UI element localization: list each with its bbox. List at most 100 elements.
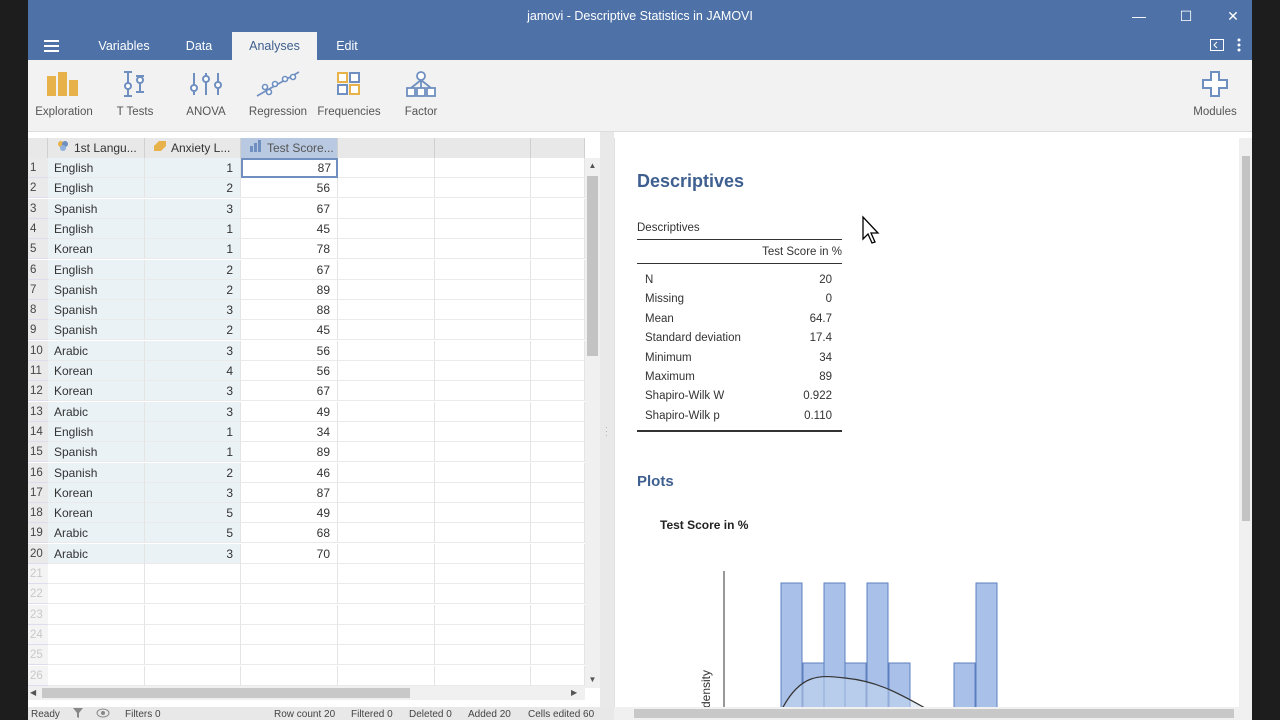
table-cell[interactable]: English bbox=[48, 218, 145, 239]
table-cell[interactable] bbox=[435, 442, 531, 463]
table-cell[interactable]: 1 bbox=[145, 218, 241, 239]
table-cell[interactable] bbox=[435, 421, 531, 442]
table-cell[interactable] bbox=[338, 421, 435, 442]
table-cell[interactable]: 5 bbox=[145, 523, 241, 544]
table-cell[interactable] bbox=[338, 462, 435, 483]
table-cell[interactable] bbox=[531, 178, 585, 199]
table-cell[interactable] bbox=[531, 158, 585, 178]
table-cell[interactable]: 2 bbox=[145, 279, 241, 300]
table-cell[interactable] bbox=[531, 523, 585, 544]
table-cell[interactable] bbox=[338, 178, 435, 199]
table-cell[interactable] bbox=[435, 645, 531, 666]
table-cell[interactable]: 1 bbox=[145, 421, 241, 442]
table-cell[interactable] bbox=[338, 158, 435, 178]
table-cell[interactable] bbox=[338, 604, 435, 625]
table-cell[interactable]: English bbox=[48, 259, 145, 280]
table-cell[interactable] bbox=[338, 624, 435, 645]
table-cell[interactable] bbox=[48, 665, 145, 686]
table-cell[interactable] bbox=[145, 665, 241, 686]
table-cell[interactable]: 45 bbox=[241, 218, 338, 239]
table-cell[interactable] bbox=[531, 624, 585, 645]
table-cell[interactable] bbox=[48, 624, 145, 645]
row-number[interactable]: 10 bbox=[28, 340, 48, 361]
table-cell[interactable] bbox=[338, 482, 435, 503]
table-cell[interactable]: Arabic bbox=[48, 543, 145, 564]
row-number[interactable]: 23 bbox=[28, 604, 48, 625]
table-cell[interactable] bbox=[241, 665, 338, 686]
table-cell[interactable] bbox=[435, 361, 531, 381]
tab-edit[interactable]: Edit bbox=[324, 32, 370, 60]
table-cell[interactable]: 67 bbox=[241, 198, 338, 219]
table-cell[interactable] bbox=[531, 665, 585, 686]
modules-button[interactable]: Modules bbox=[1180, 70, 1250, 118]
table-cell[interactable]: Arabic bbox=[48, 340, 145, 361]
table-cell[interactable]: 2 bbox=[145, 320, 241, 341]
table-cell[interactable]: 70 bbox=[241, 543, 338, 564]
table-cell[interactable]: 67 bbox=[241, 259, 338, 280]
scrollbar-thumb[interactable] bbox=[634, 709, 1234, 718]
table-cell[interactable] bbox=[435, 198, 531, 219]
table-cell[interactable]: 56 bbox=[241, 178, 338, 199]
row-number[interactable]: 13 bbox=[28, 401, 48, 422]
table-cell[interactable] bbox=[48, 584, 145, 605]
table-cell[interactable]: 1 bbox=[145, 239, 241, 260]
table-cell[interactable]: Korean bbox=[48, 381, 145, 402]
table-cell[interactable]: 1 bbox=[145, 158, 241, 178]
table-cell[interactable] bbox=[531, 462, 585, 483]
table-cell[interactable]: 89 bbox=[241, 279, 338, 300]
table-cell[interactable]: Spanish bbox=[48, 300, 145, 321]
table-cell[interactable] bbox=[338, 300, 435, 321]
table-cell[interactable] bbox=[435, 401, 531, 422]
table-cell[interactable]: Arabic bbox=[48, 523, 145, 544]
tab-data[interactable]: Data bbox=[170, 32, 228, 60]
table-cell[interactable]: 3 bbox=[145, 543, 241, 564]
exploration-button[interactable]: Exploration bbox=[29, 70, 99, 118]
t-tests-button[interactable]: T Tests bbox=[100, 70, 170, 118]
table-cell[interactable]: 3 bbox=[145, 300, 241, 321]
table-cell[interactable] bbox=[435, 665, 531, 686]
table-cell[interactable] bbox=[338, 259, 435, 280]
row-number[interactable]: 6 bbox=[28, 259, 48, 280]
table-cell[interactable] bbox=[531, 279, 585, 300]
column-header-empty[interactable] bbox=[338, 138, 435, 158]
table-cell[interactable] bbox=[531, 300, 585, 321]
table-cell[interactable] bbox=[435, 218, 531, 239]
table-cell[interactable]: 46 bbox=[241, 462, 338, 483]
table-cell[interactable] bbox=[48, 645, 145, 666]
table-cell[interactable] bbox=[338, 523, 435, 544]
table-cell[interactable] bbox=[531, 604, 585, 625]
results-mode-icon[interactable] bbox=[1210, 39, 1224, 54]
row-number[interactable]: 22 bbox=[28, 584, 48, 605]
table-cell[interactable] bbox=[338, 503, 435, 524]
row-number[interactable]: 15 bbox=[28, 442, 48, 463]
filter-icon[interactable] bbox=[72, 707, 84, 720]
table-cell[interactable] bbox=[435, 320, 531, 341]
table-cell[interactable] bbox=[435, 340, 531, 361]
table-cell[interactable] bbox=[241, 604, 338, 625]
results-vertical-scrollbar[interactable] bbox=[1239, 138, 1252, 707]
table-cell[interactable]: Korean bbox=[48, 361, 145, 381]
table-cell[interactable] bbox=[338, 401, 435, 422]
sheet-vertical-scrollbar[interactable]: ▲ ▼ bbox=[585, 158, 600, 688]
table-cell[interactable]: Korean bbox=[48, 482, 145, 503]
table-cell[interactable] bbox=[241, 584, 338, 605]
table-cell[interactable] bbox=[338, 564, 435, 584]
table-cell[interactable] bbox=[241, 624, 338, 645]
table-cell[interactable] bbox=[531, 239, 585, 260]
scrollbar-thumb[interactable] bbox=[587, 176, 598, 356]
table-cell[interactable]: Spanish bbox=[48, 279, 145, 300]
table-cell[interactable] bbox=[435, 158, 531, 178]
row-number[interactable]: 17 bbox=[28, 482, 48, 503]
table-cell[interactable] bbox=[531, 503, 585, 524]
table-cell[interactable] bbox=[531, 340, 585, 361]
table-cell[interactable] bbox=[338, 381, 435, 402]
tab-variables[interactable]: Variables bbox=[88, 32, 160, 60]
row-number[interactable]: 16 bbox=[28, 462, 48, 483]
table-cell[interactable] bbox=[531, 218, 585, 239]
table-cell[interactable] bbox=[338, 198, 435, 219]
table-cell[interactable] bbox=[435, 523, 531, 544]
table-cell[interactable]: 87 bbox=[241, 158, 338, 178]
table-cell[interactable]: Korean bbox=[48, 503, 145, 524]
table-cell[interactable] bbox=[435, 564, 531, 584]
hamburger-menu-icon[interactable] bbox=[44, 40, 59, 52]
